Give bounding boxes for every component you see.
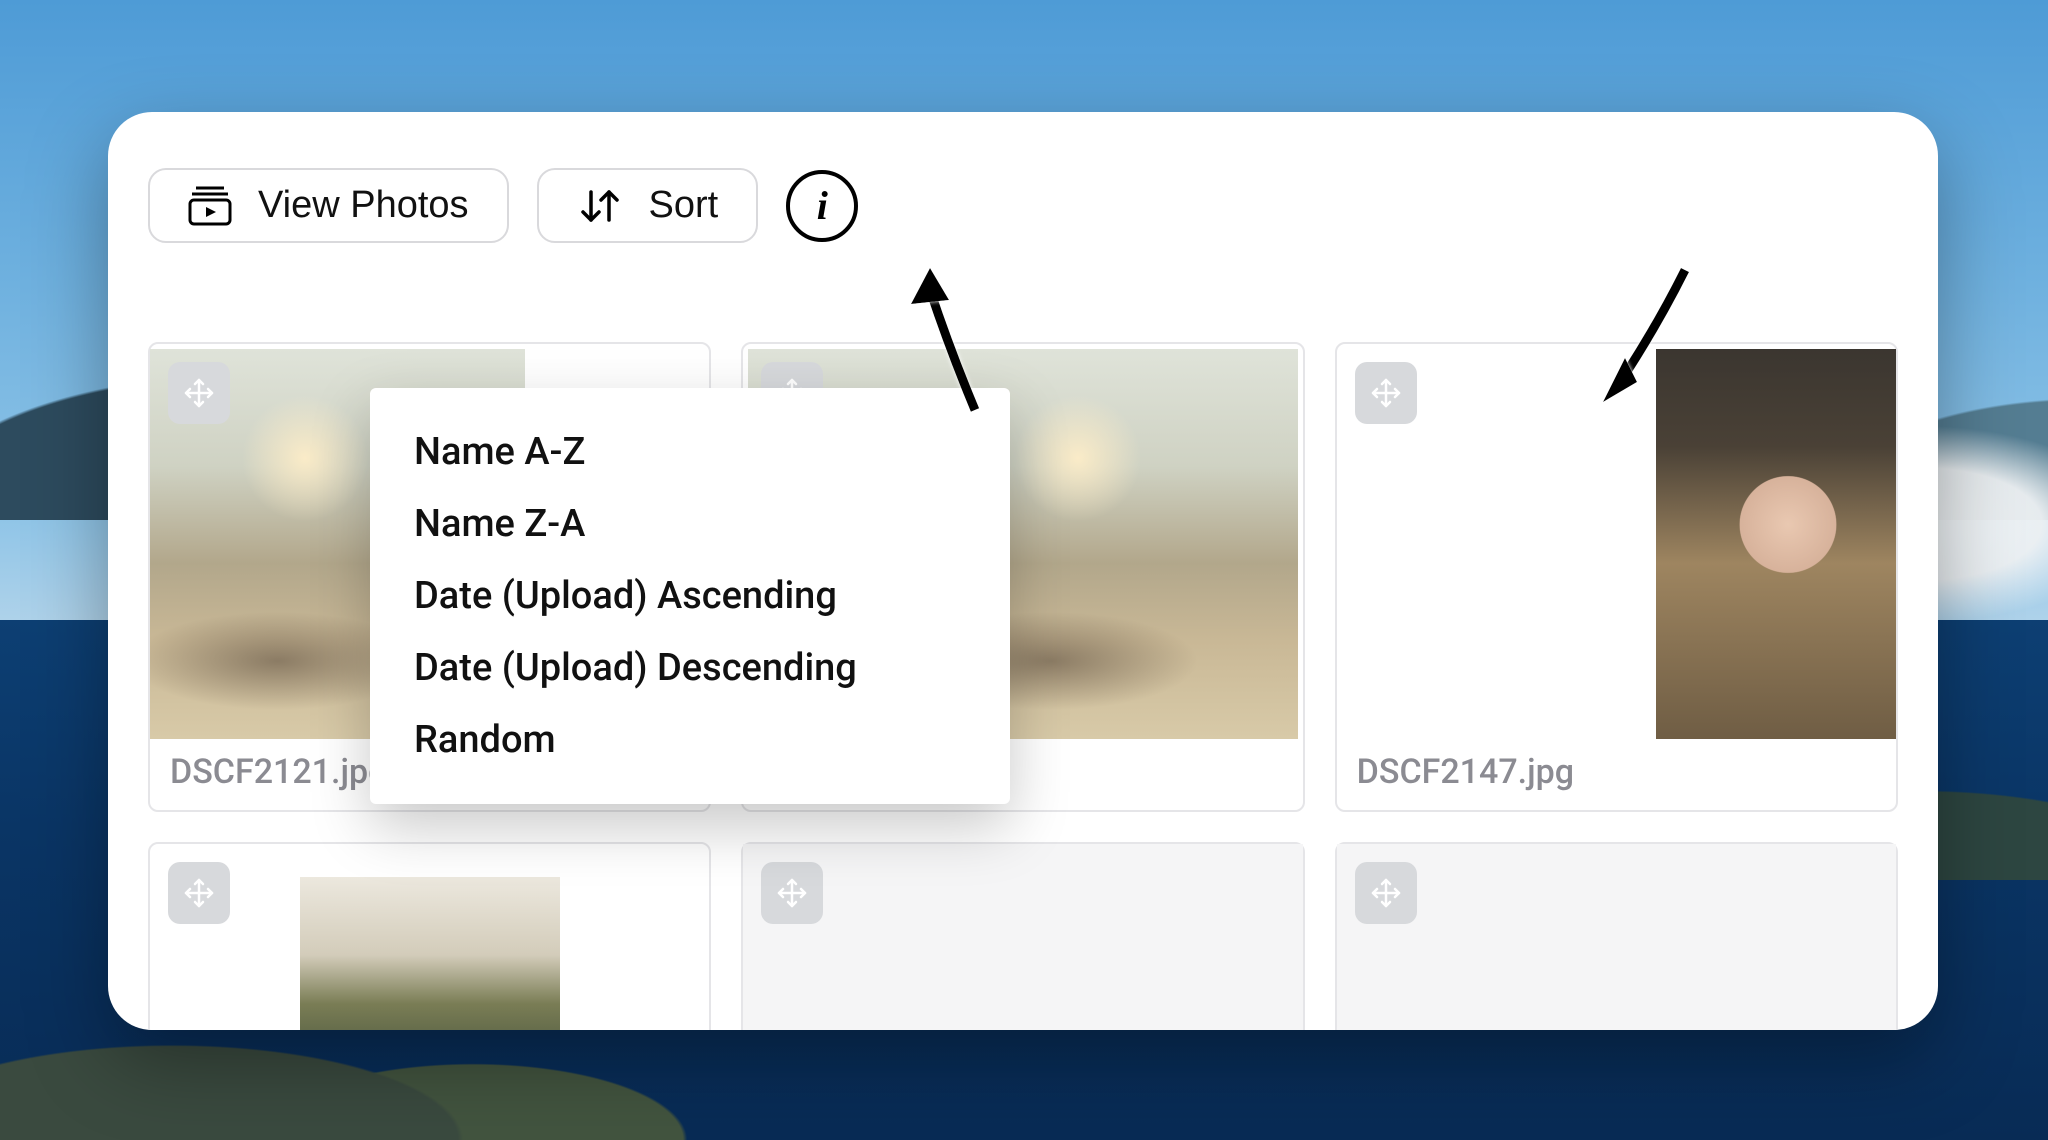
slideshow-icon — [188, 186, 232, 226]
photo-filename: DSCF2147.jpg — [1337, 744, 1896, 810]
info-icon: i — [817, 186, 828, 226]
photo-thumbnail — [300, 877, 560, 1031]
photo-card[interactable] — [148, 842, 711, 1030]
move-handle[interactable] — [168, 362, 230, 424]
sort-option-random[interactable]: Random — [370, 704, 1010, 776]
annotation-arrow-icon — [895, 260, 1005, 420]
photo-thumbnail — [743, 844, 1302, 1030]
gallery-toolbar: View Photos Sort i — [148, 168, 1898, 243]
sort-option-name-desc[interactable]: Name Z-A — [370, 488, 1010, 560]
sort-label: Sort — [649, 184, 719, 227]
sort-dropdown: Name A-Z Name Z-A Date (Upload) Ascendin… — [370, 388, 1010, 804]
sort-arrows-icon — [577, 186, 623, 226]
sort-option-date-asc[interactable]: Date (Upload) Ascending — [370, 560, 1010, 632]
sort-button[interactable]: Sort — [537, 168, 759, 243]
info-button[interactable]: i — [786, 170, 858, 242]
view-photos-button[interactable]: View Photos — [148, 168, 509, 243]
move-handle[interactable] — [168, 862, 230, 924]
annotation-arrow-icon — [1575, 250, 1705, 410]
move-handle[interactable] — [1355, 862, 1417, 924]
move-handle[interactable] — [1355, 362, 1417, 424]
photo-card[interactable] — [741, 842, 1304, 1030]
photo-card[interactable]: DSCF2147.jpg — [1335, 342, 1898, 812]
view-photos-label: View Photos — [258, 184, 469, 227]
sort-option-name-asc[interactable]: Name A-Z — [370, 416, 1010, 488]
desktop-wallpaper: View Photos Sort i — [0, 0, 2048, 1140]
photo-thumbnail — [1337, 844, 1896, 1030]
photo-card[interactable] — [1335, 842, 1898, 1030]
move-handle[interactable] — [761, 862, 823, 924]
sort-option-date-desc[interactable]: Date (Upload) Descending — [370, 632, 1010, 704]
